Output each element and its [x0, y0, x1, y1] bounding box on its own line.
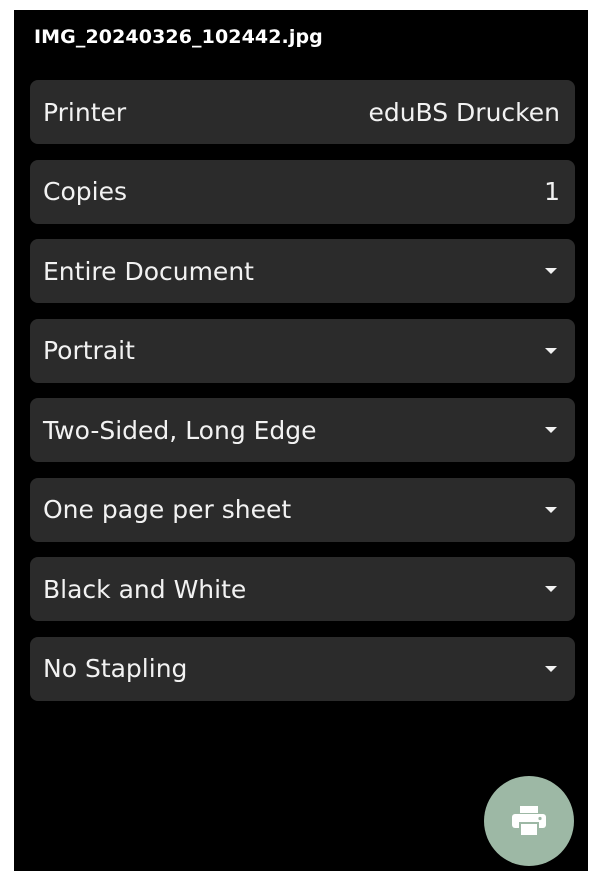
page-range-selected: Entire Document: [43, 256, 254, 286]
duplex-dropdown[interactable]: Two-Sided, Long Edge: [30, 398, 575, 462]
caret-down-icon: [545, 586, 557, 592]
print-dialog: IMG_20240326_102442.jpg Printer eduBS Dr…: [14, 10, 588, 871]
document-title: IMG_20240326_102442.jpg: [34, 26, 323, 48]
copies-field[interactable]: Copies 1: [30, 159, 575, 224]
duplex-selected: Two-Sided, Long Edge: [43, 415, 317, 445]
page-range-dropdown[interactable]: Entire Document: [30, 239, 575, 303]
color-mode-selected: Black and White: [43, 574, 247, 604]
stapling-dropdown[interactable]: No Stapling: [30, 636, 575, 701]
print-button[interactable]: [484, 776, 574, 866]
printer-label: Printer: [43, 97, 127, 127]
printer-value: eduBS Drucken: [368, 97, 560, 127]
caret-down-icon: [545, 427, 557, 433]
color-mode-dropdown[interactable]: Black and White: [30, 557, 575, 621]
copies-label: Copies: [43, 177, 127, 206]
pages-per-sheet-selected: One page per sheet: [43, 495, 292, 524]
pages-per-sheet-dropdown[interactable]: One page per sheet: [30, 477, 575, 542]
print-options-list: Printer eduBS Drucken Copies 1 Entire Do…: [30, 80, 575, 716]
printer-selector[interactable]: Printer eduBS Drucken: [30, 80, 575, 144]
orientation-selected: Portrait: [43, 336, 135, 365]
orientation-dropdown[interactable]: Portrait: [30, 318, 575, 383]
stapling-selected: No Stapling: [43, 654, 188, 683]
caret-down-icon: [545, 665, 557, 672]
caret-down-icon: [545, 347, 557, 354]
printer-icon: [512, 806, 546, 836]
copies-value: 1: [544, 177, 560, 206]
caret-down-icon: [545, 268, 557, 274]
caret-down-icon: [545, 506, 557, 513]
